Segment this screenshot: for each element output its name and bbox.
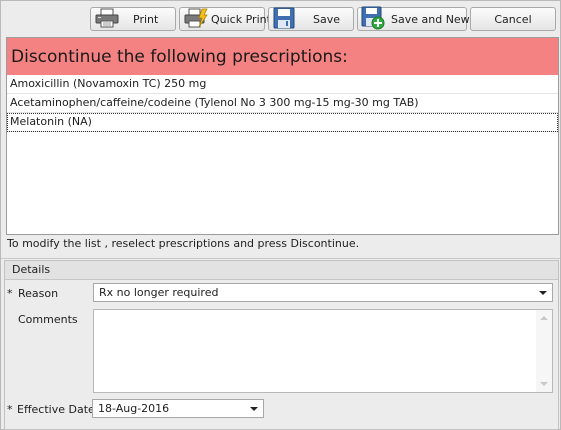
effective-date-value: 18-Aug-2016 [98, 402, 170, 415]
effective-date-picker[interactable]: 18-Aug-2016 [92, 399, 264, 418]
save-and-new-label: Save and New [391, 12, 470, 26]
reason-dropdown[interactable]: Rx no longer required [93, 283, 553, 302]
section-divider [1, 258, 560, 259]
effective-date-required-marker: * [7, 403, 13, 416]
details-section: Details * Reason Rx no longer required C… [4, 260, 559, 430]
cancel-button[interactable]: Cancel [470, 7, 556, 31]
discontinue-prescriptions-dialog: Print Quick Print Save Save and New Canc… [0, 0, 561, 430]
reason-value: Rx no longer required [99, 286, 219, 299]
prescription-item[interactable]: Acetaminophen/caffeine/codeine (Tylenol … [7, 94, 558, 113]
quick-print-button[interactable]: Quick Print [179, 7, 271, 31]
chevron-down-icon[interactable] [539, 291, 547, 295]
floppy-disk-icon [273, 7, 295, 32]
prescription-list-panel: Discontinue the following prescriptions:… [6, 37, 559, 235]
save-button[interactable]: Save [268, 7, 354, 31]
scroll-down-icon[interactable] [540, 382, 548, 386]
print-button[interactable]: Print [90, 7, 176, 31]
quick-print-label: Quick Print [211, 12, 271, 26]
reason-label: Reason [18, 287, 59, 300]
details-title: Details [5, 261, 558, 280]
cancel-label: Cancel [494, 12, 532, 26]
modify-list-hint: To modify the list , reselect prescripti… [7, 237, 360, 250]
prescription-item[interactable]: Amoxicillin (Novamoxin TC) 250 mg [7, 75, 558, 94]
save-and-new-button[interactable]: Save and New [357, 6, 470, 33]
print-label: Print [133, 12, 159, 26]
chevron-down-icon[interactable] [250, 407, 258, 411]
comments-scrollbar[interactable] [536, 310, 552, 392]
reason-required-marker: * [7, 287, 13, 300]
scroll-up-icon[interactable] [540, 316, 548, 320]
save-and-new-icon [361, 6, 385, 33]
save-label: Save [313, 12, 341, 26]
prescription-item-selected[interactable]: Melatonin (NA) [7, 113, 558, 132]
quick-print-icon [184, 8, 208, 31]
comments-label: Comments [18, 313, 78, 326]
printer-icon [95, 8, 119, 31]
panel-header: Discontinue the following prescriptions: [7, 38, 558, 75]
effective-date-label: Effective Date [17, 403, 95, 416]
comments-textarea[interactable] [93, 309, 553, 393]
